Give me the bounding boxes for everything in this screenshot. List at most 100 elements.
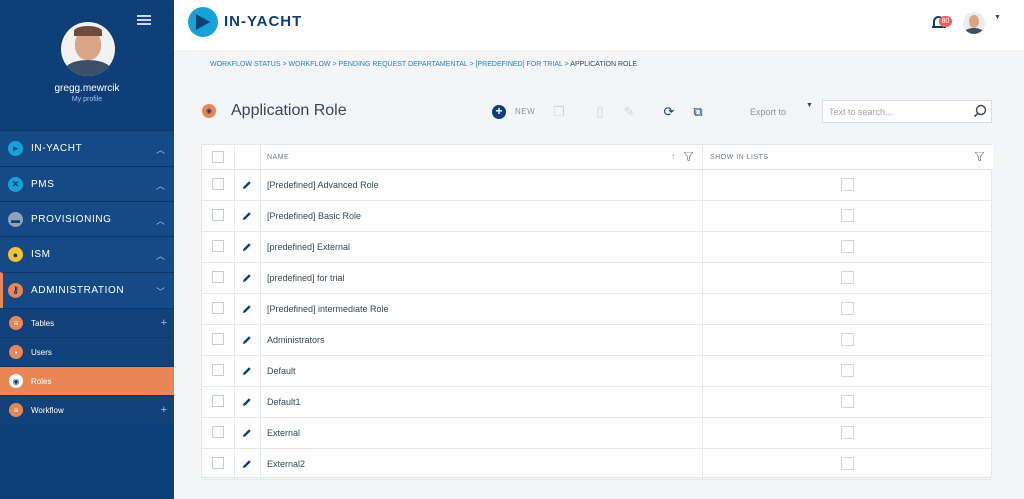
table-row[interactable]: External2 bbox=[202, 449, 993, 480]
profile-username: gregg.mewrcik bbox=[54, 83, 120, 94]
row-checkbox[interactable] bbox=[212, 395, 224, 407]
copy-icon[interactable]: ❐ bbox=[551, 104, 567, 120]
show-in-lists-checkbox[interactable] bbox=[841, 364, 854, 377]
pencil-icon[interactable] bbox=[242, 211, 252, 221]
menu-toggle-icon[interactable] bbox=[137, 15, 151, 25]
add-icon[interactable]: + bbox=[492, 105, 506, 119]
row-checkbox[interactable] bbox=[212, 457, 224, 469]
chevron-up-icon[interactable]: ︿ bbox=[156, 214, 165, 227]
notification-badge[interactable]: 80 bbox=[939, 16, 952, 27]
table-row[interactable]: Default1 bbox=[202, 387, 993, 418]
sidebar-subitem-label: Workflow bbox=[31, 405, 64, 415]
my-profile-link[interactable]: My profile bbox=[0, 96, 174, 103]
export-dropdown-icon[interactable]: ▼ bbox=[806, 102, 813, 109]
role-name[interactable]: [Predefined] Basic Role bbox=[267, 211, 361, 221]
table-row[interactable]: Administrators bbox=[202, 325, 993, 356]
pencil-icon[interactable] bbox=[242, 273, 252, 283]
breadcrumb-item[interactable]: WORKFLOW STATUS bbox=[210, 61, 281, 68]
column-header-show-in-lists[interactable]: SHOW IN LISTS bbox=[710, 154, 769, 161]
breadcrumb-item[interactable]: [PREDEFINED] FOR TRIAL bbox=[476, 61, 563, 68]
row-checkbox[interactable] bbox=[212, 426, 224, 438]
breadcrumb-item[interactable]: WORKFLOW bbox=[289, 61, 331, 68]
delete-icon[interactable]: ▯ bbox=[592, 104, 608, 120]
sidebar-item-in-yacht[interactable]: ▸ IN-YACHT ︿ bbox=[0, 130, 174, 166]
pencil-icon[interactable] bbox=[242, 366, 252, 376]
sidebar-subitem-tables[interactable]: ≡ Tables + bbox=[0, 308, 174, 337]
show-in-lists-checkbox[interactable] bbox=[841, 333, 854, 346]
row-checkbox[interactable] bbox=[212, 240, 224, 252]
table-row[interactable]: [predefined] External bbox=[202, 232, 993, 263]
show-in-lists-checkbox[interactable] bbox=[841, 457, 854, 470]
user-avatar[interactable] bbox=[963, 12, 985, 34]
role-name[interactable]: [Predefined] Advanced Role bbox=[267, 180, 379, 190]
table-row[interactable]: Default bbox=[202, 356, 993, 387]
search-icon[interactable] bbox=[973, 104, 987, 118]
table-row[interactable]: [predefined] for trial bbox=[202, 263, 993, 294]
sidebar-subitem-users[interactable]: ▪ Users bbox=[0, 337, 174, 366]
pencil-icon[interactable] bbox=[242, 180, 252, 190]
new-button[interactable]: NEW bbox=[515, 107, 535, 116]
chevron-up-icon[interactable]: ︿ bbox=[156, 143, 165, 156]
chevron-up-icon[interactable]: ︿ bbox=[156, 249, 165, 262]
chevron-down-icon[interactable]: ﹀ bbox=[156, 285, 165, 298]
breadcrumb-item[interactable]: PENDING REQUEST DEPARTAMENTAL bbox=[339, 61, 468, 68]
sidebar: gregg.mewrcik My profile ▸ IN-YACHT ︿ ✕ … bbox=[0, 0, 174, 499]
export-button[interactable]: Export to bbox=[750, 107, 786, 117]
role-name[interactable]: [predefined] External bbox=[267, 242, 350, 252]
table-row[interactable]: External bbox=[202, 418, 993, 449]
breadcrumb: WORKFLOW STATUS > WORKFLOW > PENDING REQ… bbox=[210, 61, 637, 68]
row-checkbox[interactable] bbox=[212, 209, 224, 221]
brand-name[interactable]: IN-YACHT bbox=[224, 13, 302, 30]
role-name[interactable]: External2 bbox=[267, 459, 305, 469]
table-row[interactable]: [Predefined] Basic Role bbox=[202, 201, 993, 232]
row-checkbox[interactable] bbox=[212, 271, 224, 283]
filter-icon[interactable] bbox=[975, 152, 984, 161]
expand-plus-icon[interactable]: + bbox=[161, 317, 167, 329]
pencil-icon[interactable] bbox=[242, 397, 252, 407]
show-in-lists-checkbox[interactable] bbox=[841, 271, 854, 284]
caret-down-icon[interactable]: ▼ bbox=[994, 14, 1001, 21]
sidebar-item-ism[interactable]: ● ISM ︿ bbox=[0, 236, 174, 272]
pencil-icon[interactable] bbox=[242, 304, 252, 314]
show-in-lists-checkbox[interactable] bbox=[841, 178, 854, 191]
row-checkbox[interactable] bbox=[212, 364, 224, 376]
sidebar-item-provisioning[interactable]: ▬ PROVISIONING ︿ bbox=[0, 201, 174, 237]
pencil-icon[interactable] bbox=[242, 428, 252, 438]
edit-icon[interactable]: ✎ bbox=[621, 104, 637, 120]
profile-avatar[interactable] bbox=[61, 22, 115, 76]
expand-plus-icon[interactable]: + bbox=[161, 404, 167, 416]
pencil-icon[interactable] bbox=[242, 335, 252, 345]
key-icon: ⚷ bbox=[8, 283, 23, 298]
show-in-lists-checkbox[interactable] bbox=[841, 426, 854, 439]
show-in-lists-checkbox[interactable] bbox=[841, 209, 854, 222]
chevron-up-icon[interactable]: ︿ bbox=[156, 179, 165, 192]
role-name[interactable]: [predefined] for trial bbox=[267, 273, 345, 283]
table-row[interactable]: [Predefined] Advanced Role bbox=[202, 170, 993, 201]
role-name[interactable]: [Predefined] intermediate Role bbox=[267, 304, 389, 314]
role-name[interactable]: Default1 bbox=[267, 397, 301, 407]
show-in-lists-checkbox[interactable] bbox=[841, 302, 854, 315]
row-checkbox[interactable] bbox=[212, 178, 224, 190]
save-icon[interactable]: ⧉ bbox=[690, 104, 706, 120]
sidebar-subitem-workflow[interactable]: ≡ Workflow + bbox=[0, 395, 174, 424]
refresh-icon[interactable]: ⟳ bbox=[661, 104, 677, 120]
sidebar-item-administration[interactable]: ⚷ ADMINISTRATION ﹀ bbox=[0, 272, 174, 308]
table-row[interactable]: [Predefined] intermediate Role bbox=[202, 294, 993, 325]
pencil-icon[interactable] bbox=[242, 459, 252, 469]
show-in-lists-checkbox[interactable] bbox=[841, 395, 854, 408]
search-input[interactable] bbox=[823, 101, 968, 122]
role-name[interactable]: Administrators bbox=[267, 335, 325, 345]
select-all-checkbox[interactable] bbox=[212, 151, 224, 163]
row-checkbox[interactable] bbox=[212, 302, 224, 314]
role-name[interactable]: Default bbox=[267, 366, 296, 376]
role-name[interactable]: External bbox=[267, 428, 300, 438]
sidebar-subitem-roles[interactable]: ◉ Roles bbox=[0, 366, 174, 395]
sort-up-icon[interactable]: ↑ bbox=[671, 151, 676, 161]
in-yacht-logo-icon[interactable] bbox=[188, 7, 218, 37]
pencil-icon[interactable] bbox=[242, 242, 252, 252]
show-in-lists-checkbox[interactable] bbox=[841, 240, 854, 253]
column-header-name[interactable]: NAME bbox=[267, 154, 289, 161]
filter-icon[interactable] bbox=[684, 152, 693, 161]
sidebar-item-pms[interactable]: ✕ PMS ︿ bbox=[0, 166, 174, 202]
row-checkbox[interactable] bbox=[212, 333, 224, 345]
